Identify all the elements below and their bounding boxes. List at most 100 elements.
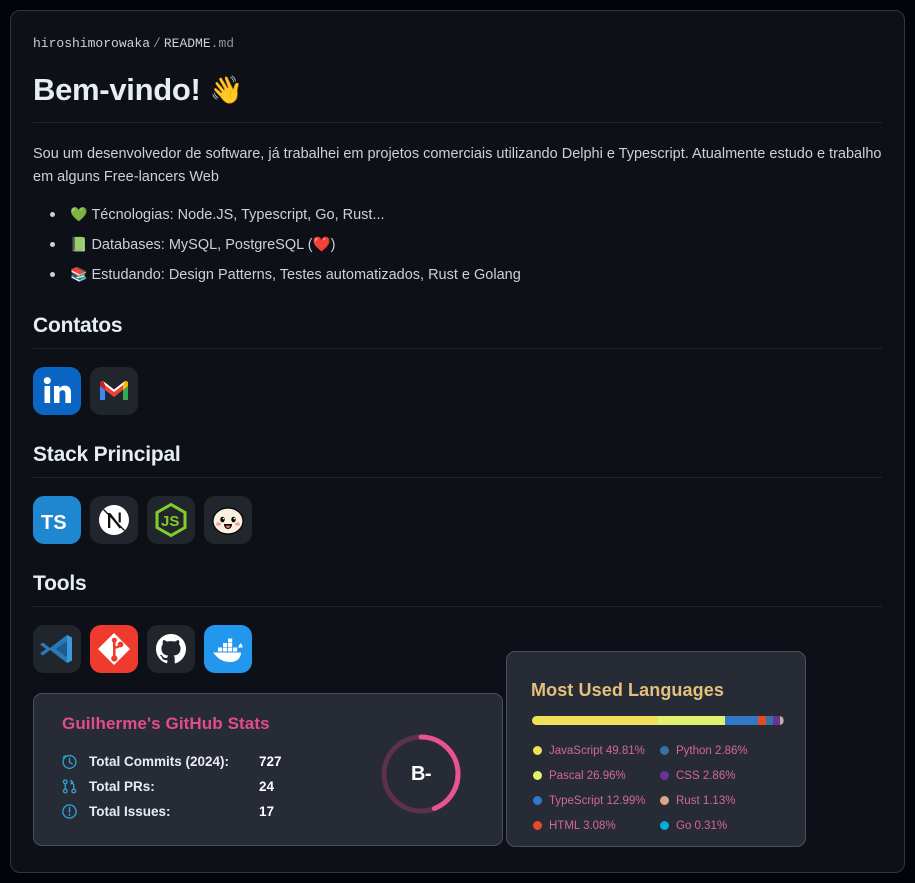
stack-icon-row: TS JS [33, 496, 882, 544]
git-glyph [98, 633, 130, 665]
legend-item: CSS 2.86% [660, 763, 787, 788]
linkedin-glyph [43, 377, 71, 403]
legend-color-dot [660, 771, 669, 780]
legend-label: JavaScript 49.81% [549, 744, 645, 757]
bun-icon[interactable] [204, 496, 252, 544]
legend-label: Rust 1.13% [676, 794, 736, 807]
waving-hand-icon: 👋 [209, 74, 244, 105]
issue-opened-glyph [62, 804, 77, 819]
language-bar-segment [765, 716, 774, 725]
green-heart-icon: 💚 [70, 206, 88, 222]
nextjs-icon[interactable] [90, 496, 138, 544]
section-heading-stack: Stack Principal [33, 441, 882, 478]
stat-row-commits: Total Commits (2024): 727 [61, 749, 341, 774]
language-bar-segment [783, 716, 784, 725]
docker-icon[interactable] [204, 625, 252, 673]
typescript-glyph: TS [41, 512, 67, 534]
legend-label: Go 0.31% [676, 819, 728, 832]
nextjs-glyph [99, 505, 129, 535]
breadcrumb-owner[interactable]: hiroshimorowaka [33, 36, 150, 51]
linkedin-icon[interactable] [33, 367, 81, 415]
stat-value: 24 [259, 779, 275, 794]
legend-color-dot [533, 771, 542, 780]
github-stats-title: Guilherme's GitHub Stats [62, 714, 270, 733]
breadcrumb: hiroshimorowaka / README.md [33, 35, 882, 53]
readme-container: hiroshimorowaka / README.md Bem-vindo! 👋 S… [10, 10, 905, 873]
stat-label: Total Issues: [89, 804, 171, 819]
list-item: 📚 Estudando: Design Patterns, Testes auto… [33, 264, 882, 286]
rank-grade: B- [410, 762, 432, 785]
docker-glyph [213, 638, 243, 662]
svg-text:TS: TS [41, 512, 67, 534]
legend-color-dot [660, 796, 669, 805]
breadcrumb-file-ext: .md [210, 36, 235, 51]
language-bar-segment [758, 716, 766, 725]
bun-glyph [212, 507, 244, 535]
breadcrumb-separator: / [153, 36, 161, 51]
stat-value: 17 [259, 804, 275, 819]
legend-color-dot [533, 746, 542, 755]
legend-item: Rust 1.13% [660, 788, 787, 813]
most-used-languages-title: Most Used Languages [531, 680, 724, 700]
vscode-glyph [40, 635, 72, 663]
stat-label: Total PRs: [89, 779, 155, 794]
page-title: Bem-vindo! 👋 [33, 70, 882, 123]
stat-label: Total Commits (2024): [89, 754, 230, 769]
legend-label: TypeScript 12.99% [549, 794, 646, 807]
language-legend: JavaScript 49.81% Python 2.86% Pascal 26.9… [533, 738, 787, 838]
github-stats-card: Guilherme's GitHub Stats Total Commits (… [33, 693, 503, 846]
language-distribution-bar [532, 716, 784, 725]
typescript-icon[interactable]: TS [33, 496, 81, 544]
github-stats-list: Total Commits (2024): 727 Total PRs: 24 … [61, 749, 341, 824]
stat-row-prs: Total PRs: 24 [61, 774, 341, 799]
legend-color-dot [660, 821, 669, 830]
list-item-text: Databases: MySQL, PostgreSQL (❤️) [91, 237, 336, 253]
language-bar-segment [725, 716, 759, 725]
green-book-icon: 📗 [70, 236, 88, 252]
list-item: 📗 Databases: MySQL, PostgreSQL (❤️) [33, 234, 882, 256]
section-heading-tools: Tools [33, 570, 882, 607]
stat-value: 727 [259, 754, 282, 769]
nodejs-icon[interactable]: JS [147, 496, 195, 544]
readme-page: hiroshimorowaka / README.md Bem-vindo! 👋 S… [0, 0, 915, 883]
page-title-text: Bem-vindo! [33, 72, 201, 107]
stat-row-issues: Total Issues: 17 [61, 799, 341, 824]
rank-ring: B- [378, 731, 464, 817]
legend-label: HTML 3.08% [549, 819, 616, 832]
intro-paragraph: Sou um desenvolvedor de software, já tra… [33, 146, 882, 185]
legend-item: TypeScript 12.99% [533, 788, 660, 813]
legend-color-dot [660, 746, 669, 755]
legend-item: Go 0.31% [660, 813, 787, 838]
svg-text:JS: JS [161, 513, 179, 530]
legend-label: Pascal 26.96% [549, 769, 626, 782]
gmail-glyph [100, 380, 128, 400]
github-glyph [156, 634, 186, 664]
breadcrumb-file-name[interactable]: README [164, 36, 211, 51]
pull-request-icon [61, 778, 78, 795]
legend-color-dot [533, 796, 542, 805]
list-item-text: Técnologias: Node.JS, Typescript, Go, Ru… [91, 207, 385, 223]
git-icon[interactable] [90, 625, 138, 673]
section-heading-contatos: Contatos [33, 312, 882, 349]
language-bar-segment [773, 716, 781, 725]
legend-item: JavaScript 49.81% [533, 738, 660, 763]
legend-item: Pascal 26.96% [533, 763, 660, 788]
list-item: 💚 Técnologias: Node.JS, Typescript, Go, R… [33, 204, 882, 226]
legend-color-dot [533, 821, 542, 830]
legend-label: CSS 2.86% [676, 769, 736, 782]
books-icon: 📚 [70, 266, 88, 282]
most-used-languages-card: Most Used Languages JavaScript 49.81% Pyt… [506, 651, 806, 847]
nodejs-glyph: JS [155, 502, 187, 538]
readme-body: hiroshimorowaka / README.md Bem-vindo! 👋 S… [11, 11, 904, 673]
language-bar-segment [657, 716, 726, 725]
contatos-icon-row [33, 367, 882, 415]
language-bar-segment [532, 716, 658, 725]
clock-icon [61, 753, 78, 770]
vscode-icon[interactable] [33, 625, 81, 673]
clock-glyph [62, 754, 77, 769]
github-icon[interactable] [147, 625, 195, 673]
issue-opened-icon [61, 803, 78, 820]
legend-label: Python 2.86% [676, 744, 748, 757]
gmail-icon[interactable] [90, 367, 138, 415]
highlights-list: 💚 Técnologias: Node.JS, Typescript, Go, R… [33, 204, 882, 286]
